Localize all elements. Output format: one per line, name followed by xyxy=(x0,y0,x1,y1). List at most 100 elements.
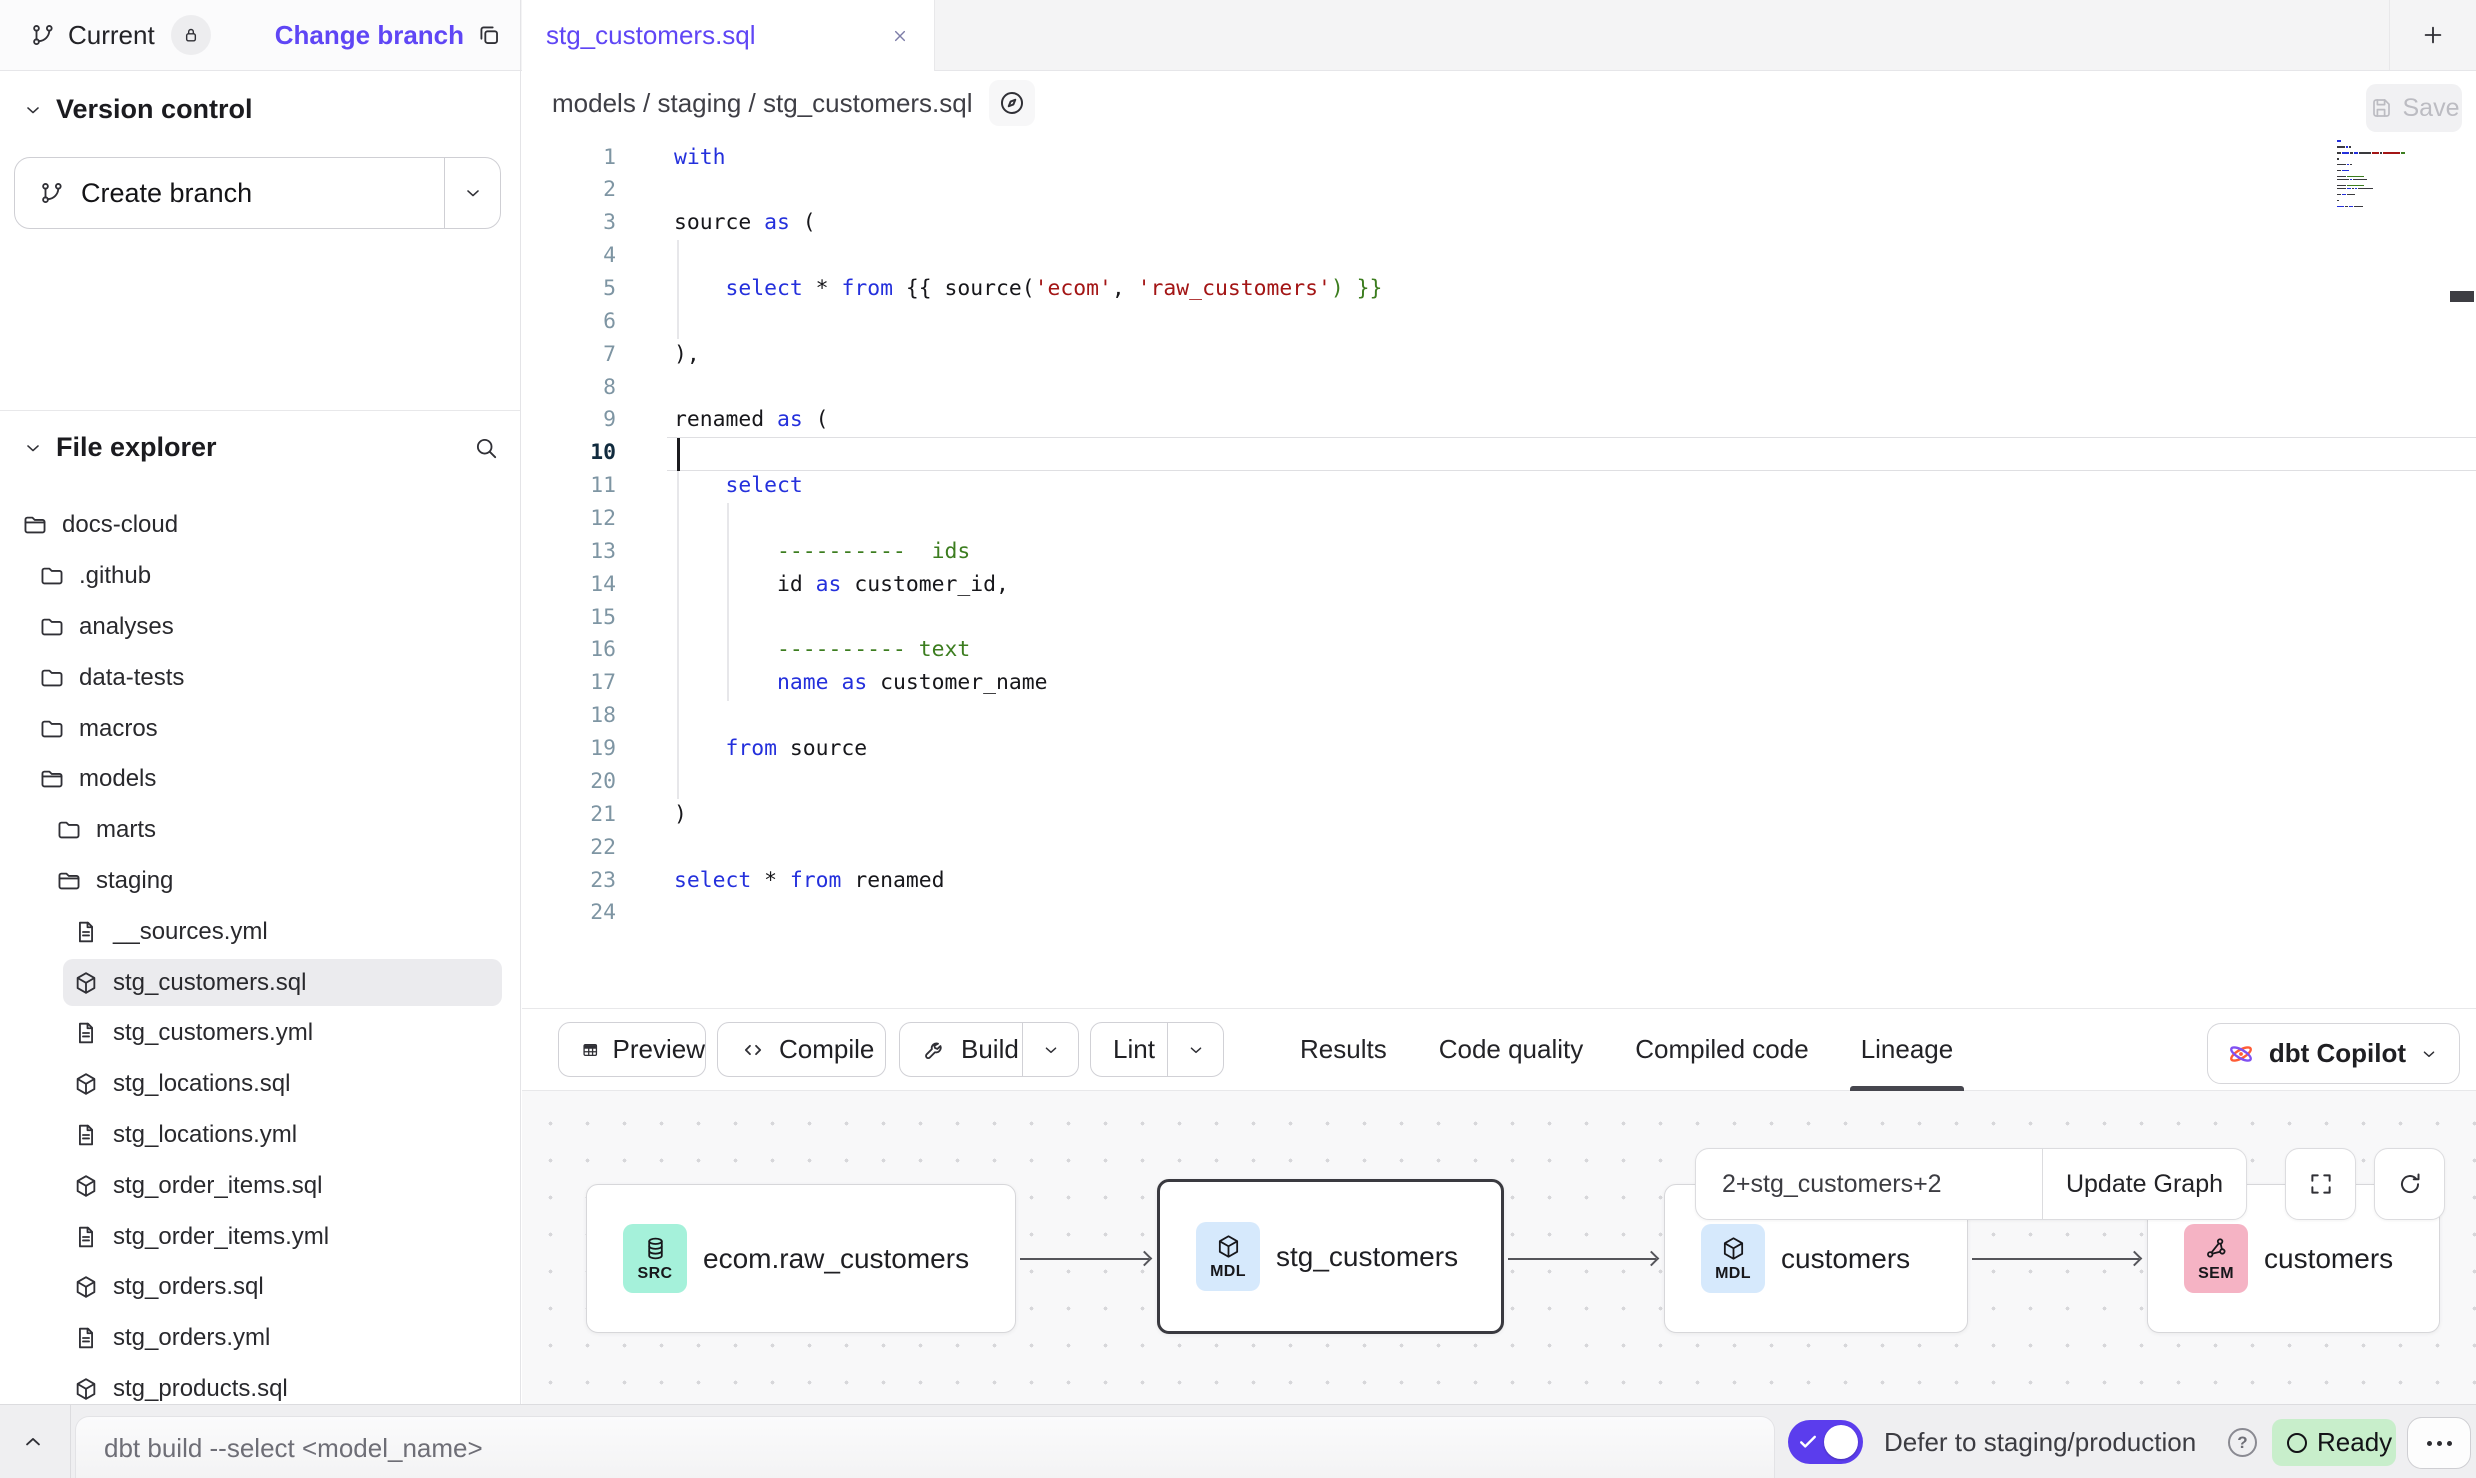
refresh-button[interactable] xyxy=(2374,1148,2445,1220)
tree-item-staging[interactable]: staging xyxy=(0,856,520,907)
code-line-21[interactable]: 21) xyxy=(522,799,2476,832)
lineage-selector-input[interactable]: 2+stg_customers+2 xyxy=(1696,1149,2043,1219)
build-main[interactable]: Build xyxy=(900,1023,1023,1076)
code-line-10[interactable]: 10 xyxy=(522,437,2476,470)
lineage-compass-button[interactable] xyxy=(989,80,1035,126)
tab-compiled-code[interactable]: Compiled code xyxy=(1635,1009,1808,1090)
code-line-16[interactable]: 16 ---------- text xyxy=(522,634,2476,667)
file-icon xyxy=(73,1020,99,1046)
code-line-11[interactable]: 11 select xyxy=(522,470,2476,503)
tab-code-quality[interactable]: Code quality xyxy=(1439,1009,1584,1090)
tree-item-analyses[interactable]: analyses xyxy=(0,602,520,653)
file-explorer-header[interactable]: File explorer xyxy=(22,432,499,463)
save-button[interactable]: Save xyxy=(2366,84,2462,132)
line-number: 13 xyxy=(522,536,616,569)
more-options-button[interactable] xyxy=(2407,1417,2471,1469)
code-line-20[interactable]: 20 xyxy=(522,766,2476,799)
code-line-23[interactable]: 23select * from renamed xyxy=(522,865,2476,898)
lineage-node-stg_customers[interactable]: MDLstg_customers xyxy=(1157,1179,1504,1334)
create-branch-button[interactable]: Create branch xyxy=(14,157,501,229)
code-line-22[interactable]: 22 xyxy=(522,832,2476,865)
code-line-13[interactable]: 13 ---------- ids xyxy=(522,536,2476,569)
line-number: 1 xyxy=(522,142,616,175)
tree-item-stg_order_items.yml[interactable]: stg_order_items.yml xyxy=(0,1211,520,1262)
tree-item-docs-cloud[interactable]: docs-cloud xyxy=(0,500,520,551)
preview-button[interactable]: Preview xyxy=(558,1022,706,1077)
tab-lineage[interactable]: Lineage xyxy=(1861,1009,1954,1090)
search-icon[interactable] xyxy=(473,435,499,461)
expand-panel-icon[interactable] xyxy=(20,1429,46,1455)
lint-button[interactable]: Lint xyxy=(1090,1022,1224,1077)
code-line-19[interactable]: 19 from source xyxy=(522,733,2476,766)
code-line-9[interactable]: 9renamed as ( xyxy=(522,404,2476,437)
new-tab-plus-icon[interactable] xyxy=(2420,22,2446,48)
tree-item-macros[interactable]: macros xyxy=(0,703,520,754)
tree-item-stg_order_items.sql[interactable]: stg_order_items.sql xyxy=(0,1160,520,1211)
code-line-2[interactable]: 2 xyxy=(522,174,2476,207)
status-badge[interactable]: Ready xyxy=(2272,1419,2396,1466)
defer-toggle[interactable] xyxy=(1788,1420,1863,1464)
code-line-24[interactable]: 24 xyxy=(522,897,2476,930)
tree-item-stg_customers.yml[interactable]: stg_customers.yml xyxy=(0,1008,520,1059)
lint-dropdown[interactable] xyxy=(1168,1023,1223,1076)
code-line-3[interactable]: 3source as ( xyxy=(522,207,2476,240)
build-dropdown[interactable] xyxy=(1023,1023,1078,1076)
code-line-14[interactable]: 14 id as customer_id, xyxy=(522,569,2476,602)
code-icon xyxy=(740,1037,766,1063)
code-line-7[interactable]: 7), xyxy=(522,339,2476,372)
wrench-icon xyxy=(922,1037,948,1063)
tree-item-models[interactable]: models xyxy=(0,754,520,805)
line-number: 12 xyxy=(522,503,616,536)
code-line-5[interactable]: 5 select * from {{ source('ecom', 'raw_c… xyxy=(522,273,2476,306)
close-tab-icon[interactable] xyxy=(890,26,910,46)
tree-item-label: stg_orders.yml xyxy=(113,1324,270,1352)
help-icon[interactable]: ? xyxy=(2228,1428,2257,1457)
tree-item-stg_customers.sql[interactable]: stg_customers.sql xyxy=(0,957,520,1008)
code-line-6[interactable]: 6 xyxy=(522,306,2476,339)
compile-button[interactable]: Compile xyxy=(717,1022,886,1077)
scrollbar-thumb[interactable] xyxy=(2450,291,2474,302)
update-graph-button[interactable]: Update Graph xyxy=(2043,1149,2246,1219)
tree-item-data-tests[interactable]: data-tests xyxy=(0,652,520,703)
version-control-header[interactable]: Version control xyxy=(22,94,253,125)
code-line-17[interactable]: 17 name as customer_name xyxy=(522,667,2476,700)
create-branch-label: Create branch xyxy=(81,178,252,209)
lineage-node-ecom.raw_customers[interactable]: SRCecom.raw_customers xyxy=(586,1184,1016,1333)
line-number: 14 xyxy=(522,569,616,602)
folder-icon xyxy=(39,614,65,640)
create-branch-dropdown[interactable] xyxy=(445,158,500,228)
change-branch-link[interactable]: Change branch xyxy=(275,20,464,51)
tree-item-.github[interactable]: .github xyxy=(0,551,520,602)
tree-item-marts[interactable]: marts xyxy=(0,805,520,856)
copy-icon[interactable] xyxy=(476,22,502,48)
code-line-12[interactable]: 12 xyxy=(522,503,2476,536)
tree-item-stg_orders.yml[interactable]: stg_orders.yml xyxy=(0,1313,520,1364)
lint-main[interactable]: Lint xyxy=(1091,1023,1168,1076)
command-input[interactable]: dbt build --select <model_name> xyxy=(75,1416,1775,1478)
line-number: 10 xyxy=(522,437,616,470)
tab-results[interactable]: Results xyxy=(1300,1009,1387,1090)
code-line-8[interactable]: 8 xyxy=(522,372,2476,405)
build-button[interactable]: Build xyxy=(899,1022,1079,1077)
tree-item-stg_locations.yml[interactable]: stg_locations.yml xyxy=(0,1110,520,1161)
line-content: select * from renamed xyxy=(674,865,944,898)
create-branch-main[interactable]: Create branch xyxy=(15,158,445,228)
lineage-panel[interactable]: SRCecom.raw_customers MDLstg_customers MDL… xyxy=(522,1091,2476,1404)
tree-item-stg_orders.sql[interactable]: stg_orders.sql xyxy=(0,1262,520,1313)
code-line-18[interactable]: 18 xyxy=(522,700,2476,733)
fullscreen-button[interactable] xyxy=(2285,1148,2356,1220)
tree-item-__sources.yml[interactable]: __sources.yml xyxy=(0,906,520,957)
node-badge-mdl: MDL xyxy=(1701,1224,1765,1293)
code-editor[interactable]: 1with23source as (45 select * from {{ so… xyxy=(522,135,2476,1008)
line-content: name as customer_name xyxy=(674,667,1048,700)
code-line-1[interactable]: 1with xyxy=(522,142,2476,175)
tree-item-stg_products.sql[interactable]: stg_products.sql xyxy=(0,1364,520,1404)
code-line-15[interactable]: 15 xyxy=(522,602,2476,635)
dbt-copilot-button[interactable]: dbt Copilot xyxy=(2207,1023,2460,1084)
editor-minimap[interactable] xyxy=(2337,140,2419,212)
tree-item-stg_locations.sql[interactable]: stg_locations.sql xyxy=(0,1059,520,1110)
lineage-edge xyxy=(1972,1258,2139,1260)
code-line-4[interactable]: 4 xyxy=(522,240,2476,273)
tab-stg-customers-sql[interactable]: stg_customers.sql xyxy=(522,0,935,71)
line-content: id as customer_id, xyxy=(674,569,1009,602)
